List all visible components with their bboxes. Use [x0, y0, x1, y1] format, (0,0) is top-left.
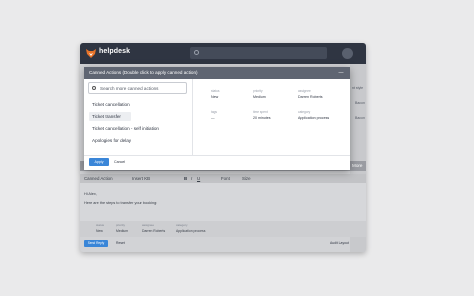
- modal-header: Canned Actions (Double click to apply ca…: [84, 67, 350, 79]
- modal-title: Canned Actions (Double click to apply ca…: [89, 70, 198, 75]
- canned-action-button[interactable]: Canned Action: [84, 176, 113, 181]
- minimize-icon[interactable]: —: [338, 70, 344, 76]
- reply-greeting: Hi Alex,: [84, 192, 97, 196]
- canned-action-search-input[interactable]: Search more canned actions: [88, 82, 187, 94]
- cancel-button[interactable]: Cancel: [114, 158, 125, 166]
- canned-action-item[interactable]: Ticket cancellation: [89, 100, 183, 109]
- brand-name: helpdesk: [99, 48, 131, 55]
- background-text: Bacon: [355, 101, 365, 105]
- reply-body-text: Here are the steps to transfer your book…: [84, 201, 158, 205]
- background-text: nt style: [352, 86, 364, 90]
- category-label: category: [176, 223, 188, 227]
- send-reply-button[interactable]: Send Reply: [84, 240, 108, 247]
- priority-label: priority: [253, 89, 263, 93]
- canned-action-item[interactable]: Apologies for delay: [89, 136, 183, 145]
- category-label: category: [298, 110, 311, 114]
- size-dropdown[interactable]: Size: [242, 176, 251, 181]
- assignee-value[interactable]: Darren Roberts: [142, 229, 165, 233]
- fox-logo-icon: [86, 49, 96, 58]
- search-icon: [92, 86, 96, 90]
- status-label: status: [96, 223, 105, 227]
- more-button[interactable]: More: [352, 163, 362, 168]
- status-label: status: [211, 89, 220, 93]
- divider: [192, 79, 193, 155]
- audit-layout-link[interactable]: Audit Layout: [330, 240, 349, 247]
- canned-action-item-selected[interactable]: Ticket transfer: [89, 112, 131, 121]
- time-spent-value: 20 minutes: [253, 116, 271, 120]
- category-value: Application process: [298, 116, 330, 120]
- apply-button[interactable]: Apply: [89, 158, 109, 166]
- reset-button[interactable]: Reset: [116, 240, 125, 247]
- top-bar: helpdesk: [80, 43, 366, 64]
- avatar[interactable]: [342, 48, 353, 59]
- canned-action-item[interactable]: Ticket cancellation - self initiation: [89, 124, 183, 133]
- category-value[interactable]: Application process: [176, 229, 205, 233]
- status-value[interactable]: New: [96, 229, 103, 233]
- italic-button[interactable]: I: [191, 176, 192, 181]
- ticket-meta-row: status New priority Medium assignee Darr…: [80, 221, 366, 237]
- bold-button[interactable]: B: [184, 176, 187, 181]
- time-spent-label: time spent: [253, 110, 268, 114]
- search-icon: [194, 50, 199, 55]
- assignee-label: assignee: [142, 223, 155, 227]
- assignee-label: assignee: [298, 89, 311, 93]
- priority-value: Medium: [253, 95, 266, 99]
- search-placeholder: Search more canned actions: [100, 85, 159, 91]
- canned-actions-modal: Canned Actions (Double click to apply ca…: [84, 67, 350, 170]
- assignee-value: Darren Roberts: [298, 95, 323, 99]
- underline-button[interactable]: U: [197, 176, 200, 181]
- status-value: New: [211, 95, 219, 99]
- priority-label: priority: [116, 223, 126, 227]
- global-search-input[interactable]: [190, 47, 327, 59]
- divider: [84, 155, 350, 156]
- tags-label: tags: [211, 110, 218, 114]
- priority-value[interactable]: Medium: [116, 229, 128, 233]
- background-text: Bacon: [355, 116, 365, 120]
- editor-toolbar: Canned Action Insert KB B I U Font Size: [80, 174, 366, 183]
- tags-value: —: [211, 116, 215, 120]
- insert-kb-button[interactable]: Insert KB: [132, 176, 150, 181]
- reply-editor[interactable]: Hi Alex, Here are the steps to transfer …: [80, 183, 366, 221]
- font-dropdown[interactable]: Font: [221, 176, 230, 181]
